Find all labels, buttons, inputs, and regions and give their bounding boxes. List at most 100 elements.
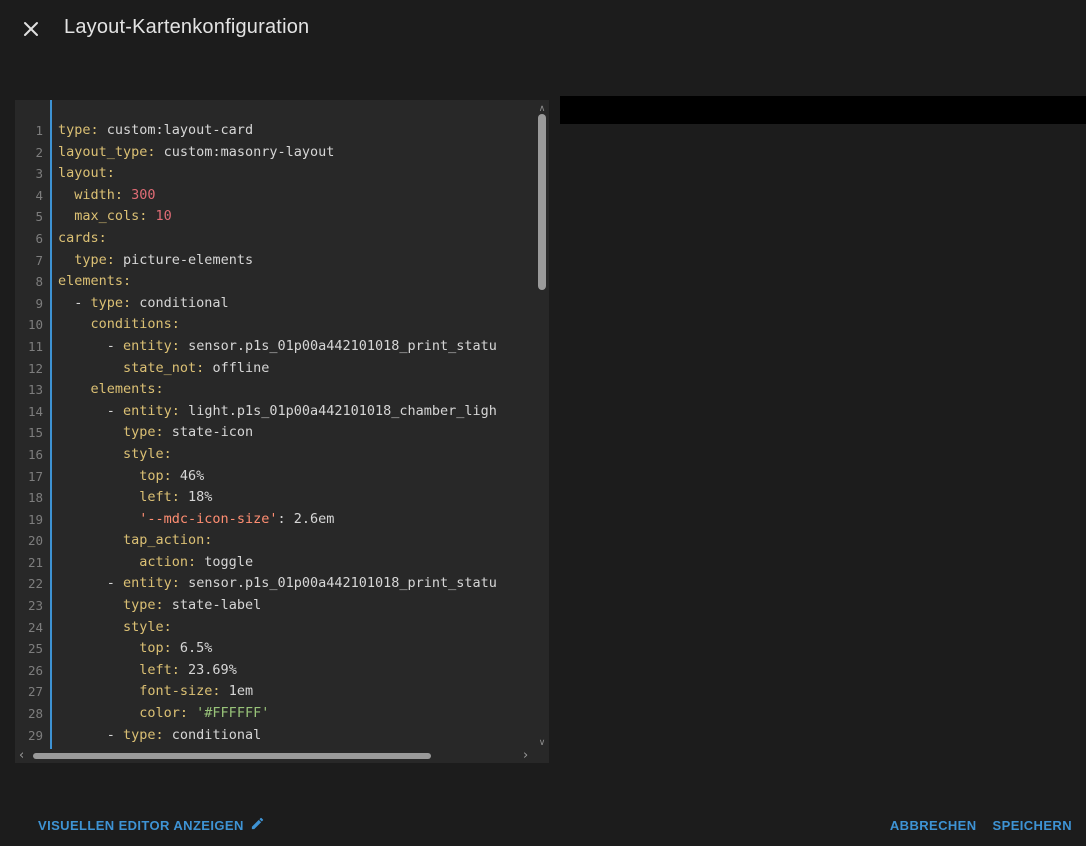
- code-line[interactable]: state_not: offline: [58, 358, 535, 380]
- code-line[interactable]: - type: conditional: [58, 293, 535, 315]
- code-token: entity:: [123, 338, 180, 354]
- code-line[interactable]: top: 6.5%: [58, 638, 535, 660]
- code-token: 46%: [172, 468, 205, 484]
- code-line[interactable]: style:: [58, 444, 535, 466]
- code-token: font-size:: [58, 683, 221, 699]
- code-token: '#FFFFFF': [188, 705, 269, 721]
- code-line[interactable]: elements:: [58, 379, 535, 401]
- vertical-scrollbar[interactable]: ∧ ∨: [535, 100, 549, 749]
- code-token: 18%: [180, 489, 213, 505]
- code-line[interactable]: style:: [58, 617, 535, 639]
- code-token: state_not:: [58, 360, 204, 376]
- code-line[interactable]: type: custom:layout-card: [58, 120, 535, 142]
- yaml-editor[interactable]: 1234567891011121314151617181920212223242…: [15, 100, 549, 763]
- code-line[interactable]: tap_action:: [58, 530, 535, 552]
- line-number: 28: [15, 703, 43, 725]
- code-token: top:: [58, 640, 172, 656]
- code-token: left:: [58, 662, 180, 678]
- code-token: custom:masonry-layout: [156, 144, 335, 160]
- code-token: conditional: [131, 295, 229, 311]
- code-token: sensor.p1s_01p00a442101018_print_statu: [180, 575, 497, 591]
- code-token: -: [58, 403, 123, 419]
- code-token: -: [58, 338, 123, 354]
- horizontal-scrollbar-thumb[interactable]: [33, 753, 431, 759]
- code-line[interactable]: type: state-icon: [58, 422, 535, 444]
- code-token: type:: [58, 424, 164, 440]
- line-number: 5: [15, 206, 43, 228]
- code-token: 10: [147, 208, 171, 224]
- code-line[interactable]: layout:: [58, 163, 535, 185]
- line-number: 19: [15, 509, 43, 531]
- code-token: picture-elements: [115, 252, 253, 268]
- scrollbar-right-arrow-icon[interactable]: ›: [523, 749, 528, 762]
- code-token: type:: [58, 122, 99, 138]
- code-token: -: [58, 575, 123, 591]
- code-token: layout:: [58, 165, 115, 181]
- line-number: 3: [15, 163, 43, 185]
- close-icon: [21, 19, 41, 42]
- dialog-title: Layout-Kartenkonfiguration: [64, 16, 309, 39]
- cancel-button[interactable]: ABBRECHEN: [882, 814, 985, 837]
- code-line[interactable]: max_cols: 10: [58, 206, 535, 228]
- line-number: 23: [15, 595, 43, 617]
- line-number: 26: [15, 660, 43, 682]
- code-line[interactable]: left: 18%: [58, 487, 535, 509]
- code-token: layout_type:: [58, 144, 156, 160]
- save-button[interactable]: SPEICHERN: [985, 814, 1080, 837]
- scrollbar-up-arrow-icon[interactable]: ∧: [535, 103, 549, 113]
- code-line[interactable]: elements:: [58, 271, 535, 293]
- code-line[interactable]: - type: conditional: [58, 725, 535, 747]
- line-number: 8: [15, 271, 43, 293]
- horizontal-scrollbar[interactable]: ‹ ›: [15, 749, 549, 763]
- line-number: 16: [15, 444, 43, 466]
- code-token: elements:: [58, 381, 164, 397]
- card-preview: [560, 96, 1086, 124]
- code-line[interactable]: - entity: light.p1s_01p00a442101018_cham…: [58, 401, 535, 423]
- scrollbar-down-arrow-icon[interactable]: ∨: [535, 737, 549, 747]
- code-line[interactable]: - entity: sensor.p1s_01p00a442101018_pri…: [58, 573, 535, 595]
- line-number: 12: [15, 358, 43, 380]
- code-line[interactable]: cards:: [58, 228, 535, 250]
- line-number: 7: [15, 250, 43, 272]
- vertical-scrollbar-thumb[interactable]: [538, 114, 546, 290]
- line-number: 14: [15, 401, 43, 423]
- code-line[interactable]: type: state-label: [58, 595, 535, 617]
- scrollbar-left-arrow-icon[interactable]: ‹: [19, 749, 24, 762]
- code-token: light.p1s_01p00a442101018_chamber_ligh: [180, 403, 497, 419]
- code-token: -: [58, 295, 91, 311]
- code-line[interactable]: '--mdc-icon-size': 2.6em: [58, 509, 535, 531]
- line-number: 4: [15, 185, 43, 207]
- close-button[interactable]: [18, 17, 44, 43]
- code-token: 1em: [221, 683, 254, 699]
- line-number: 18: [15, 487, 43, 509]
- code-token: left:: [58, 489, 180, 505]
- show-visual-editor-label: VISUELLEN EDITOR ANZEIGEN: [38, 818, 244, 833]
- line-number: 17: [15, 466, 43, 488]
- code-line[interactable]: conditions:: [58, 314, 535, 336]
- line-number: 27: [15, 681, 43, 703]
- code-line[interactable]: left: 23.69%: [58, 660, 535, 682]
- code-token: type:: [58, 252, 115, 268]
- code-line[interactable]: color: '#FFFFFF': [58, 703, 535, 725]
- editor-gutter: 1234567891011121314151617181920212223242…: [15, 100, 52, 749]
- line-number: 11: [15, 336, 43, 358]
- code-line[interactable]: - entity: sensor.p1s_01p00a442101018_pri…: [58, 336, 535, 358]
- code-token: color:: [58, 705, 188, 721]
- code-line[interactable]: layout_type: custom:masonry-layout: [58, 142, 535, 164]
- code-token: : 2.6em: [277, 511, 334, 527]
- code-line[interactable]: action: toggle: [58, 552, 535, 574]
- editor-code[interactable]: type: custom:layout-cardlayout_type: cus…: [52, 100, 535, 749]
- code-token: offline: [204, 360, 269, 376]
- code-token: type:: [91, 295, 132, 311]
- code-token: 23.69%: [180, 662, 237, 678]
- code-token: type:: [58, 597, 164, 613]
- code-token: cards:: [58, 230, 107, 246]
- code-line[interactable]: font-size: 1em: [58, 681, 535, 703]
- code-line[interactable]: top: 46%: [58, 466, 535, 488]
- code-token: [58, 511, 139, 527]
- code-token: entity:: [123, 575, 180, 591]
- code-line[interactable]: type: picture-elements: [58, 250, 535, 272]
- editor-scroll-area[interactable]: 1234567891011121314151617181920212223242…: [15, 100, 535, 749]
- show-visual-editor-button[interactable]: VISUELLEN EDITOR ANZEIGEN: [30, 812, 273, 838]
- code-line[interactable]: width: 300: [58, 185, 535, 207]
